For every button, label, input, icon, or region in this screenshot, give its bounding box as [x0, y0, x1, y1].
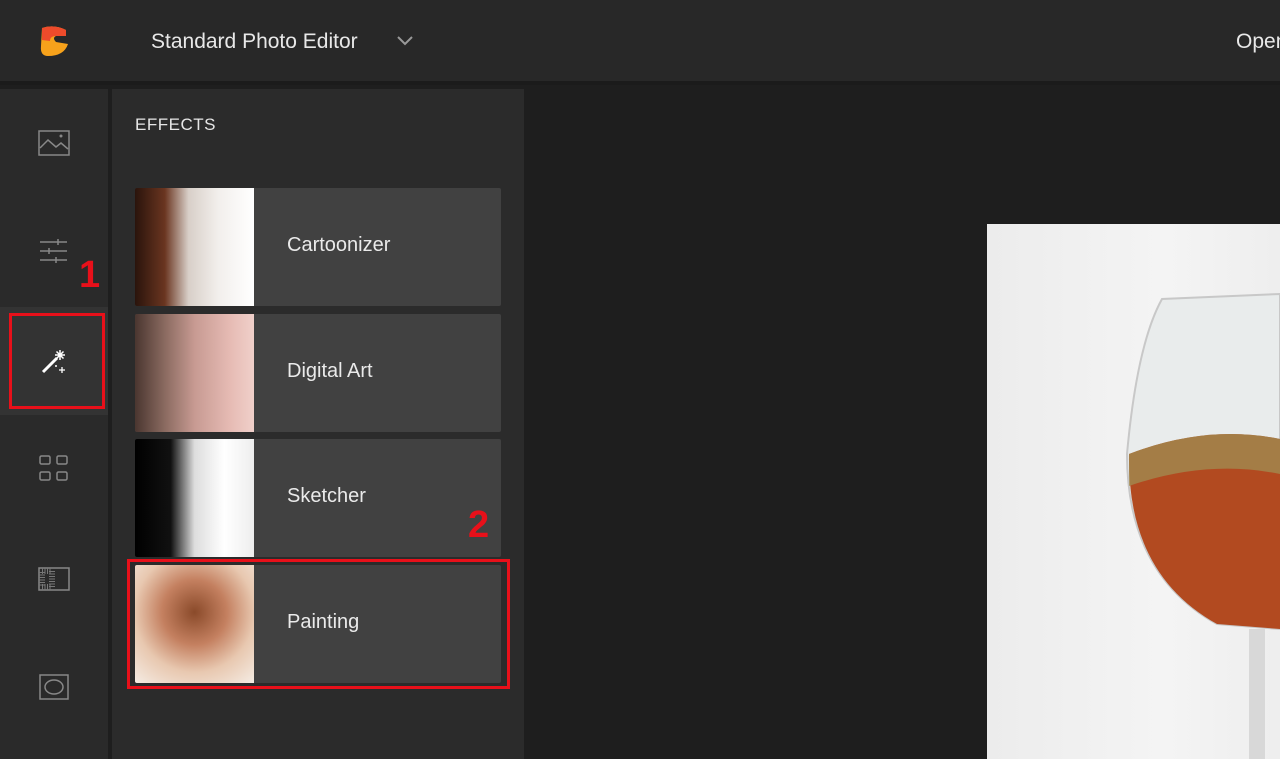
top-bar: Standard Photo Editor Open — [0, 0, 1280, 85]
digital-art-thumbnail — [135, 314, 254, 432]
effect-label: Digital Art — [287, 360, 373, 382]
texture-icon — [38, 567, 70, 591]
effect-label: Sketcher — [287, 485, 366, 507]
frame-icon — [39, 674, 69, 700]
wine-glass-photo — [1125, 292, 1280, 759]
sidebar-item-texture[interactable] — [0, 525, 108, 633]
cartoonizer-thumbnail — [135, 188, 254, 306]
effect-sketcher[interactable]: Sketcher — [135, 439, 501, 557]
effect-digital-art[interactable]: Digital Art — [135, 314, 501, 432]
step-1-label: 1 — [79, 254, 101, 296]
open-button[interactable]: Open — [1236, 30, 1280, 54]
sidebar-item-layouts[interactable] — [0, 415, 108, 523]
image-icon — [38, 130, 70, 156]
effect-label: Cartoonizer — [287, 234, 391, 256]
sketcher-thumbnail — [135, 439, 254, 557]
chevron-down-icon[interactable] — [395, 30, 415, 50]
effect-cartoonizer[interactable]: Cartoonizer — [135, 188, 501, 306]
tool-sidebar — [0, 89, 108, 759]
photo-canvas[interactable] — [987, 224, 1280, 759]
editor-mode-title[interactable]: Standard Photo Editor — [151, 30, 358, 54]
grid-icon — [39, 455, 68, 481]
panel-title: EFFECTS — [135, 115, 216, 134]
sliders-icon — [40, 239, 67, 263]
step-2-highlight — [127, 559, 510, 689]
step-2-label: 2 — [468, 504, 490, 546]
sidebar-item-image[interactable] — [0, 89, 108, 197]
sidebar-item-frame[interactable] — [0, 633, 108, 741]
app-logo[interactable] — [38, 24, 70, 58]
step-1-highlight — [9, 313, 105, 409]
